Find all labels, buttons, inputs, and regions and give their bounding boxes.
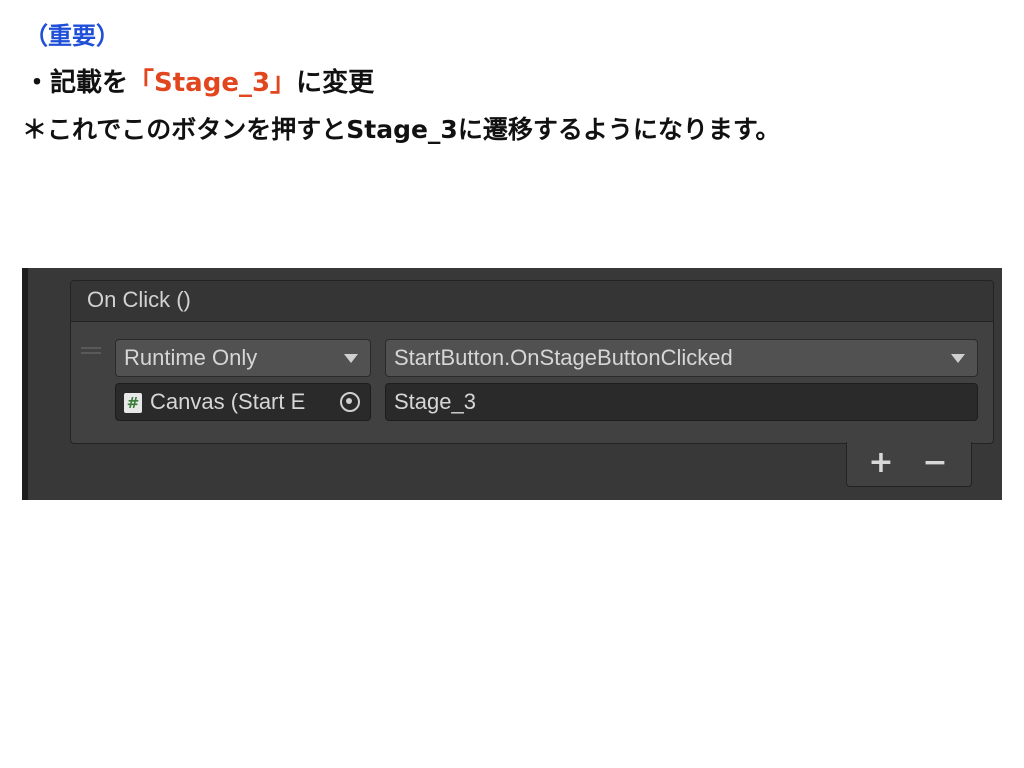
event-header: On Click () [71, 281, 993, 322]
instruction-value: 「Stage_3」 [128, 68, 297, 98]
event-title: On Click () [87, 287, 191, 312]
add-listener-button[interactable]: + [861, 446, 901, 480]
function-value: StartButton.OnStageButtonClicked [394, 345, 733, 370]
call-mode-dropdown[interactable]: Runtime Only [115, 339, 371, 377]
target-object-field[interactable]: # Canvas (Start E [115, 383, 371, 421]
drag-handle-icon[interactable] [81, 347, 101, 357]
instruction-suffix: に変更 [296, 68, 375, 98]
csharp-script-icon: # [124, 393, 142, 413]
argument-value: Stage_3 [394, 389, 476, 414]
function-dropdown[interactable]: StartButton.OnStageButtonClicked [385, 339, 978, 377]
instruction-prefix: ・記載を [24, 68, 129, 98]
note-heading: （重要） [24, 22, 120, 50]
dropdown-arrow-icon [951, 354, 965, 363]
note-instruction: ・記載を「Stage_3」に変更 [24, 62, 374, 99]
target-object-value: Canvas (Start E [150, 389, 306, 414]
dropdown-arrow-icon [344, 354, 358, 363]
call-mode-value: Runtime Only [124, 345, 258, 370]
note-remark: ＊これでこのボタンを押すとStage_3に遷移するようになります。 [22, 115, 781, 144]
remove-listener-button[interactable]: − [915, 446, 955, 480]
object-picker-icon[interactable] [330, 384, 370, 420]
unity-inspector-screenshot: On Click () Runtime Only StartButton.OnS… [22, 268, 1002, 500]
on-click-event-panel: On Click () Runtime Only StartButton.OnS… [70, 280, 994, 444]
inspector-left-edge [22, 268, 28, 500]
event-footer: + − [846, 442, 972, 487]
argument-input[interactable]: Stage_3 [385, 383, 978, 421]
